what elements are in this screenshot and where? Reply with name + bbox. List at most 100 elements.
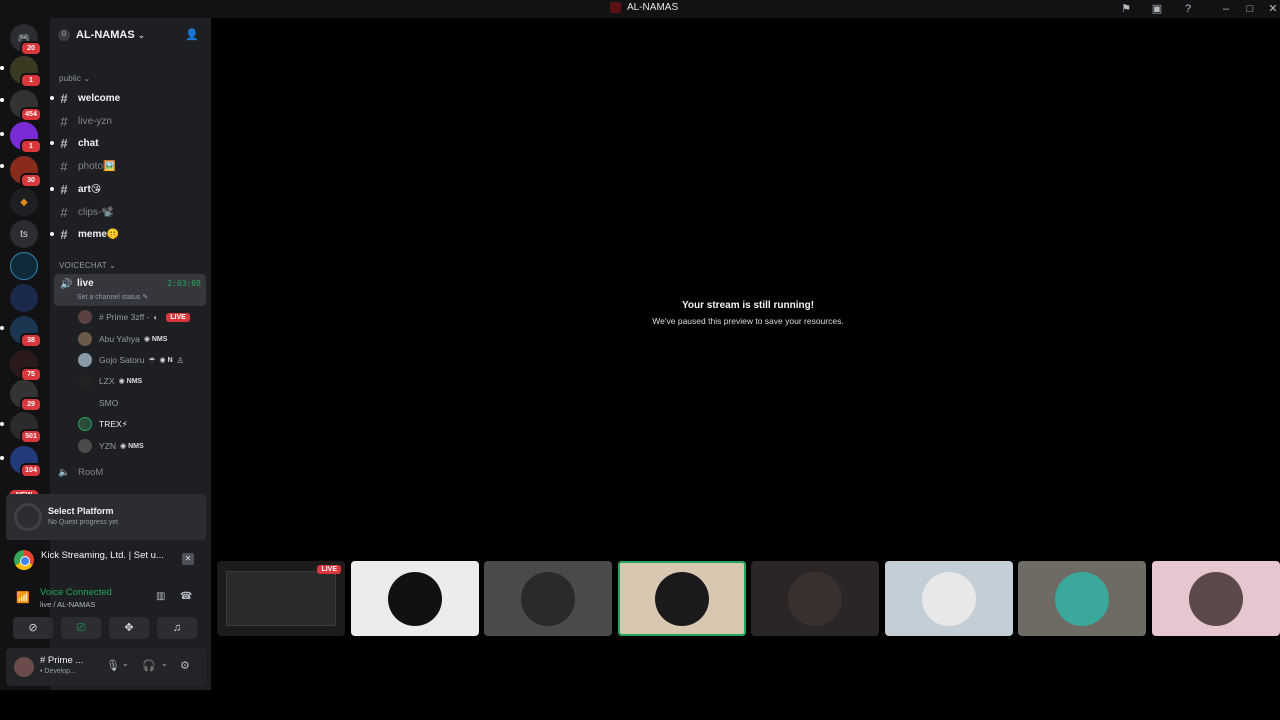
activity-text: Kick Streaming, Ltd. | Set u... — [41, 550, 164, 561]
chevron-down-icon[interactable]: ⌄ — [161, 659, 168, 668]
quest-title: Select Platform — [48, 506, 114, 516]
server-icon[interactable]: 30 — [10, 156, 42, 188]
username[interactable]: # Prime ... — [40, 655, 83, 666]
participant-tile[interactable] — [1018, 561, 1146, 636]
category-voicechat[interactable]: VOICECHAT ⌄ — [59, 261, 116, 270]
notification-badge: 38 — [20, 333, 42, 348]
console-icon: ♙ — [176, 355, 184, 365]
avatar[interactable] — [14, 657, 34, 677]
server-icon[interactable] — [10, 252, 38, 280]
channel-live-yzn[interactable]: # live-yzn — [56, 111, 206, 131]
participant-tile[interactable] — [617, 561, 746, 636]
server-icon[interactable]: 1 — [10, 122, 42, 154]
avatar — [521, 571, 575, 626]
voice-member[interactable]: YZN ◉ NMS — [78, 436, 144, 456]
hash-icon: # — [60, 181, 68, 197]
notification-badge: 1 — [20, 139, 42, 154]
guild-tag: ◉ NMS — [143, 336, 168, 343]
avatar — [788, 571, 842, 626]
voice-member[interactable]: LZX ◉ NMS — [78, 371, 142, 391]
category-public[interactable]: public ⌄ — [59, 74, 90, 83]
unread-dot — [50, 96, 54, 100]
channel-chat[interactable]: # chat — [50, 133, 206, 153]
server-icon[interactable]: 29 — [10, 380, 42, 412]
participant-tile[interactable] — [751, 561, 879, 636]
speaker-icon: 🔈 — [58, 466, 70, 478]
stream-heading: Your stream is still running! — [681, 300, 815, 311]
server-icon[interactable]: ◆ — [10, 188, 38, 216]
voice-member[interactable]: Gojo Satoru ☂ ◉ N ♙ — [78, 350, 184, 370]
voice-member[interactable]: # Prime 3zff - ◐ LIVE — [78, 307, 190, 327]
server-icon[interactable]: 1 — [10, 56, 42, 88]
avatar — [1188, 571, 1243, 626]
close-icon[interactable]: ✕ — [1266, 2, 1280, 16]
activity-panel[interactable]: Kick Streaming, Ltd. | Set u... ✕ — [6, 542, 206, 578]
guild-tag: ◉ N — [159, 357, 173, 364]
emoji-icon: ☂ — [148, 355, 156, 365]
notification-badge: 20 — [20, 41, 42, 56]
quest-panel[interactable]: Select Platform No Quest progress yet — [6, 494, 206, 540]
stream-paused-message: Your stream is still running! We've paus… — [652, 300, 843, 326]
channel-clips[interactable]: # clips-📽️ — [56, 202, 206, 222]
notification-badge: 30 — [20, 173, 42, 188]
voice-channel-live[interactable]: 🔊 live 2:03:08 Set a channel status ✎ — [54, 274, 206, 306]
disconnect-icon[interactable]: ☎ — [180, 591, 192, 602]
channel-status[interactable]: Set a channel status ✎ — [77, 293, 148, 301]
help-icon[interactable]: ? — [1181, 2, 1195, 16]
unread-pill — [0, 66, 4, 70]
server-icon[interactable]: 454 — [10, 90, 42, 122]
maximize-icon[interactable]: □ — [1243, 2, 1257, 16]
avatar — [78, 374, 92, 388]
quest-subtitle: No Quest progress yet — [48, 519, 119, 526]
channel-meme[interactable]: # meme🤫 — [50, 224, 206, 244]
avatar — [921, 571, 976, 626]
soundboard-button[interactable]: ♫ — [157, 617, 197, 639]
channel-art[interactable]: # art😘 — [50, 179, 206, 199]
unread-pill — [0, 164, 4, 168]
guild-tag: ◉ NMS — [118, 378, 143, 385]
participant-tile[interactable] — [350, 561, 479, 636]
flag-icon[interactable]: ⚑ — [1119, 2, 1133, 16]
server-icon[interactable]: 104 — [10, 446, 42, 478]
direct-messages-icon[interactable]: 🎮 20 — [10, 24, 42, 56]
voice-member[interactable]: SMO — [78, 393, 118, 413]
server-header[interactable]: 0 AL-NAMAS ⌄ 👤 — [50, 18, 211, 52]
server-icon[interactable]: 501 — [10, 412, 42, 444]
avatar — [654, 571, 709, 626]
channel-photo[interactable]: # photo🖼️ — [56, 156, 206, 176]
settings-gear-icon[interactable]: ⚙ — [180, 659, 190, 672]
inbox-icon[interactable]: ▣ — [1150, 2, 1164, 16]
microphone-icon[interactable]: 🎙 — [106, 659, 120, 672]
server-icon[interactable]: 38 — [10, 316, 42, 348]
voice-member[interactable]: TREX⚡ — [78, 414, 128, 434]
avatar — [78, 332, 92, 346]
chrome-icon — [14, 550, 34, 570]
screen-share-button[interactable]: ⎚ — [61, 617, 101, 639]
voice-channel-room[interactable]: 🔈 RooM — [56, 462, 103, 482]
participant-tile[interactable] — [884, 561, 1013, 636]
chevron-down-icon: ⌄ — [137, 29, 146, 40]
minimize-icon[interactable]: – — [1219, 2, 1233, 16]
noise-suppression-icon[interactable]: ▥ — [156, 591, 165, 602]
server-icon[interactable] — [10, 284, 38, 312]
activities-button[interactable]: ✥ — [109, 617, 149, 639]
chevron-down-icon[interactable]: ⌄ — [122, 659, 129, 668]
server-icon[interactable]: 75 — [10, 350, 42, 382]
headphones-icon[interactable]: 🎧 — [142, 659, 156, 672]
window-title: AL-NAMAS — [610, 2, 678, 13]
add-user-icon[interactable]: 👤 — [185, 28, 199, 41]
close-activity-icon[interactable]: ✕ — [182, 553, 194, 565]
participant-tile[interactable]: LIVE — [217, 561, 345, 636]
signal-icon[interactable]: 📶 — [16, 591, 30, 604]
participant-tile[interactable] — [484, 561, 612, 636]
voice-member[interactable]: Abu Yahya ◉ NMS — [78, 329, 167, 349]
camera-off-button[interactable]: ⊘ — [13, 617, 53, 639]
app-icon — [610, 2, 621, 13]
participant-tile[interactable] — [1151, 561, 1280, 636]
voice-location[interactable]: live / AL-NAMAS — [40, 600, 95, 609]
channel-welcome[interactable]: # welcome — [50, 88, 206, 108]
avatar — [78, 310, 92, 324]
speaker-icon: 🔊 — [60, 279, 73, 290]
notification-badge: 454 — [20, 107, 42, 122]
server-icon-ts[interactable]: ts — [10, 220, 38, 248]
